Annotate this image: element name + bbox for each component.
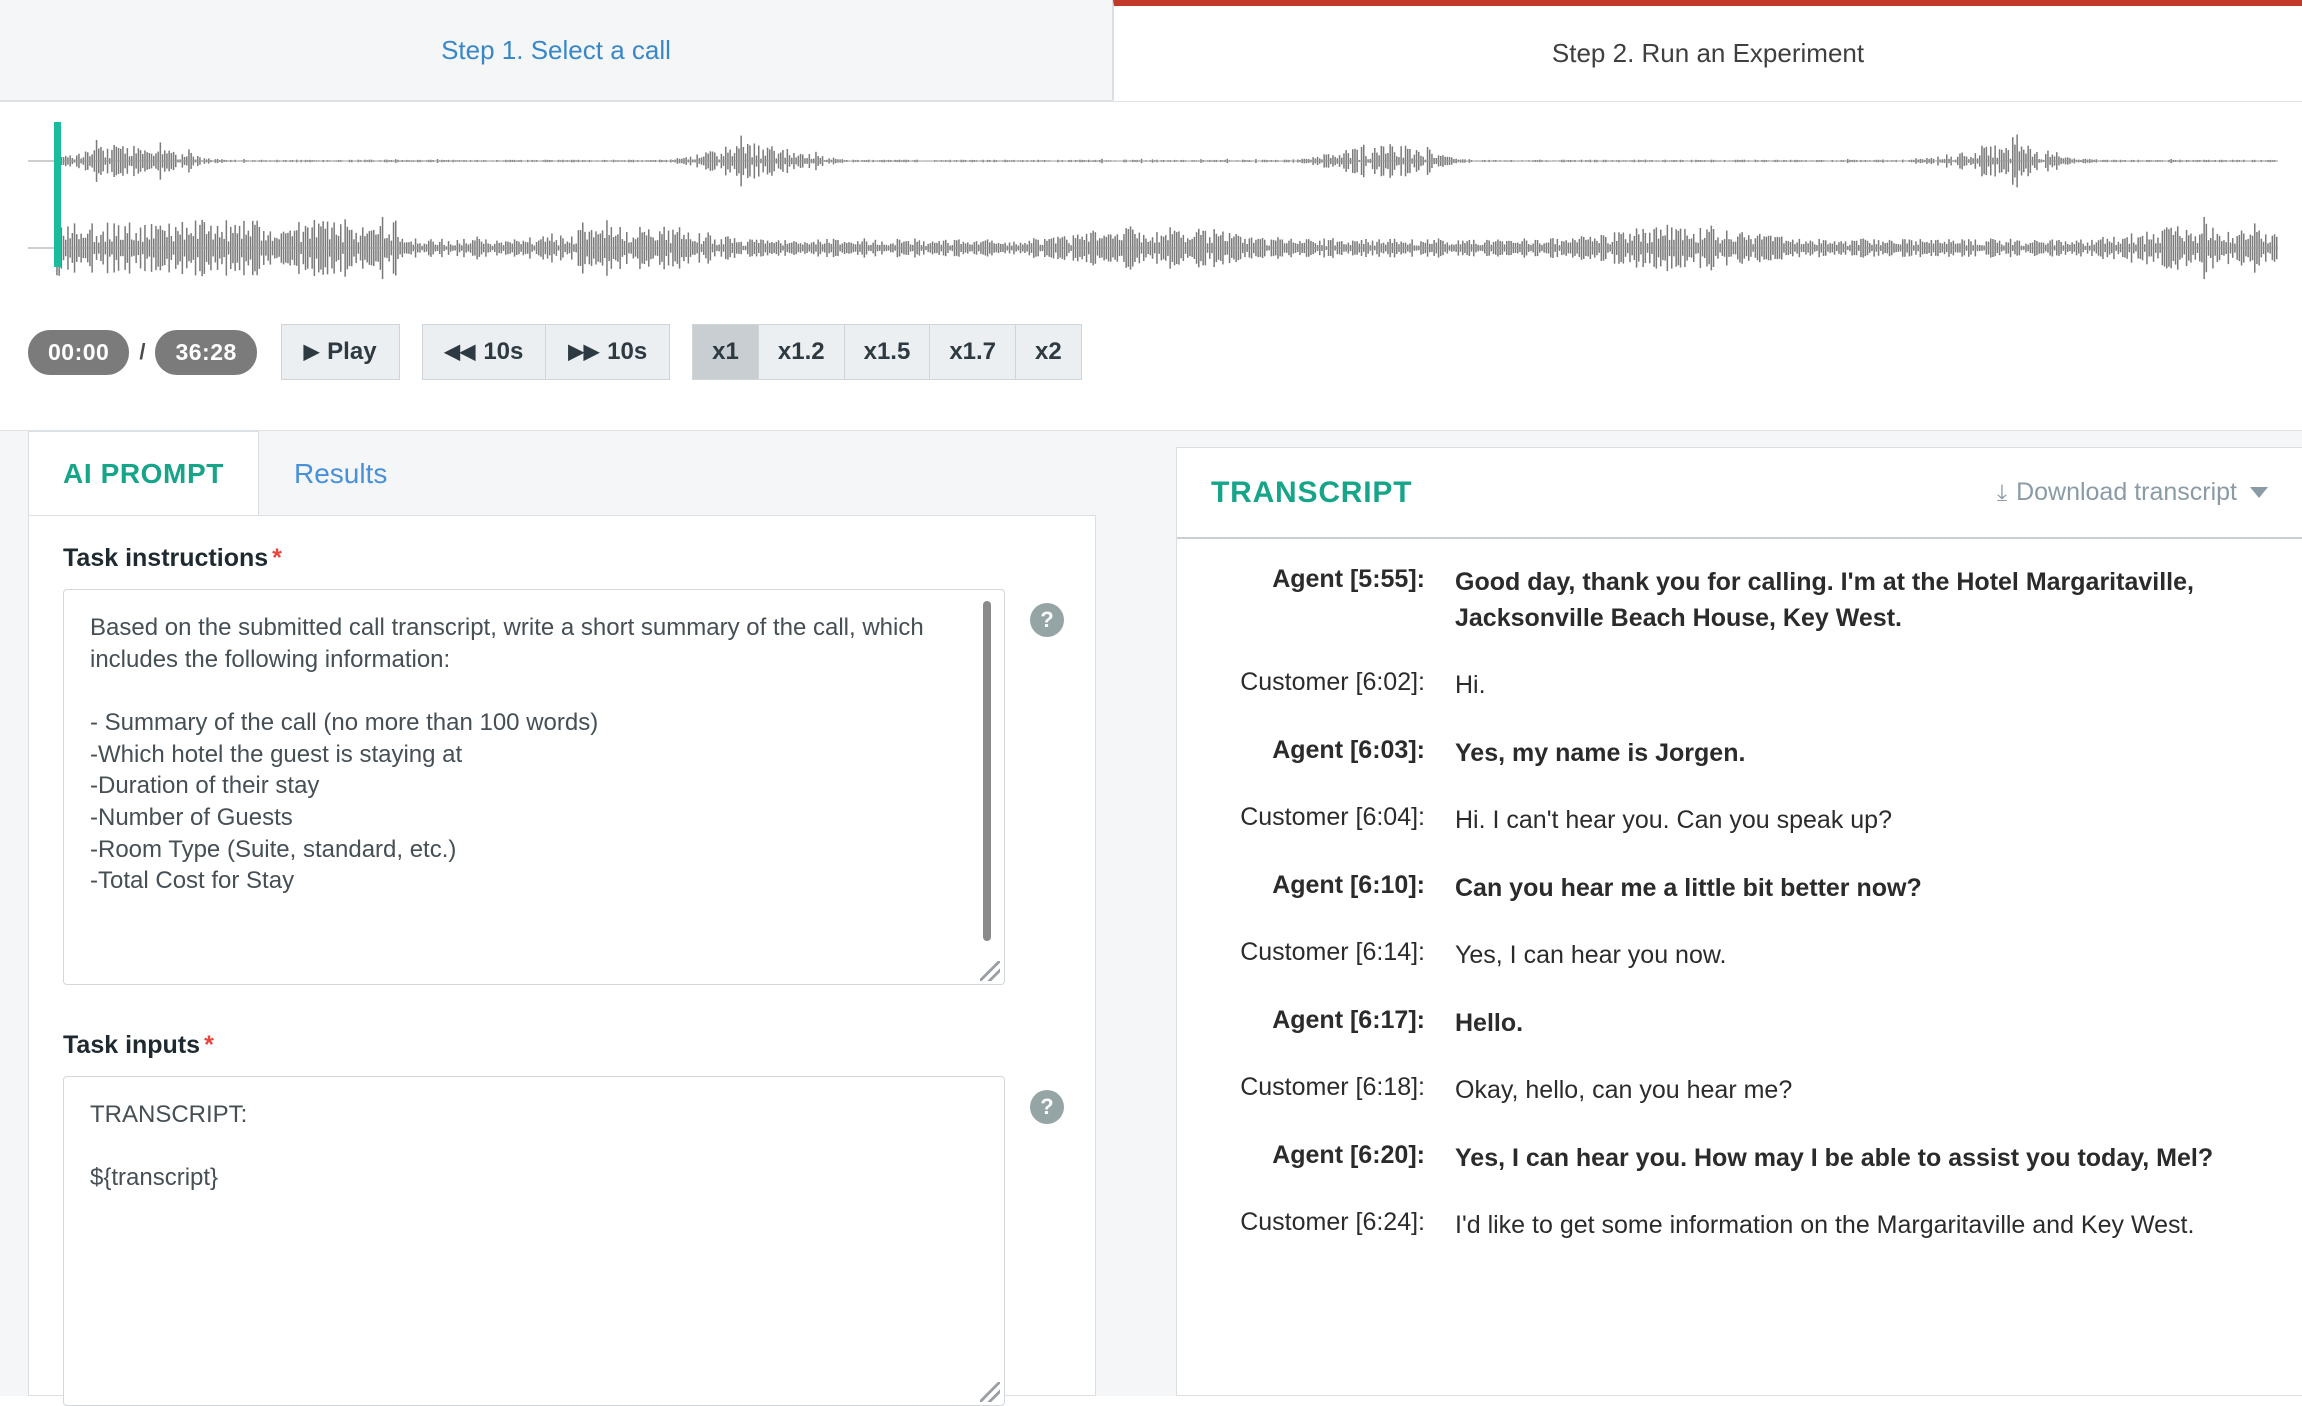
time-separator: / (139, 339, 146, 364)
required-asterisk: * (204, 1031, 214, 1059)
transcript-panel: TRANSCRIPT ⤓ Download transcript Agent [… (1176, 447, 2302, 1396)
tab-results[interactable]: Results (259, 431, 422, 516)
transcript-speaker: Agent [6:03]: (1272, 735, 1425, 764)
transcript-title: TRANSCRIPT (1211, 475, 1413, 509)
transcript-row[interactable]: Customer [6:02]: Hi. (1177, 668, 2302, 704)
rewind-10s-button[interactable]: ◀◀ 10s (421, 324, 547, 380)
transcript-speaker: Customer [6:04]: (1240, 803, 1425, 831)
task-instructions-label-text: Task instructions (63, 544, 269, 572)
transcript-text: Hello. (1455, 1008, 1524, 1037)
download-transcript-button[interactable]: ⤓ Download transcript (1997, 478, 2268, 507)
skip-button-group: ◀◀ 10s ▶▶ 10s (421, 324, 671, 380)
task-inputs-resize-handle[interactable] (980, 1382, 1000, 1402)
transcript-text: Can you hear me a little bit better now? (1455, 873, 1922, 902)
download-transcript-label: Download transcript (2016, 478, 2237, 506)
play-button-label: Play (327, 338, 377, 365)
forward-icon: ▶▶ (568, 341, 600, 363)
tab-step-1[interactable]: Step 1. Select a call (0, 0, 1113, 101)
forward-label: 10s (607, 338, 648, 365)
transcript-text: Good day, thank you for calling. I'm at … (1455, 568, 2194, 632)
chevron-down-icon (2250, 487, 2268, 498)
transcript-text: Yes, I can hear you now. (1455, 941, 1727, 969)
transcript-row[interactable]: Agent [6:10]: Can you hear me a little bi… (1177, 871, 2302, 907)
transcript-text: Okay, hello, can you hear me? (1455, 1076, 1793, 1104)
help-icon[interactable]: ? (1030, 1090, 1064, 1124)
playback-speed-group: x1 x1.2 x1.5 x1.7 x2 (692, 324, 1082, 380)
transcript-text: Yes, my name is Jorgen. (1455, 738, 1746, 767)
tab-ai-prompt-label: AI PROMPT (63, 457, 224, 489)
transcript-speaker: Agent [6:20]: (1272, 1140, 1425, 1169)
transcript-text: Hi. (1455, 671, 1486, 699)
ai-prompt-panel: AI PROMPT Results Task instructions * Bas… (0, 431, 1124, 1406)
forward-10s-button[interactable]: ▶▶ 10s (546, 324, 671, 380)
task-instructions-input[interactable]: Based on the submitted call transcript, … (63, 589, 1005, 985)
tab-step-2-label: Step 2. Run an Experiment (1551, 37, 1865, 68)
playhead-marker[interactable] (54, 122, 61, 267)
prompt-form: Task instructions * Based on the submitte… (28, 515, 1096, 1406)
speed-button-x1.2[interactable]: x1.2 (758, 324, 845, 380)
waveform[interactable] (28, 117, 2278, 292)
task-inputs-row: TRANSCRIPT: ${transcript} ? (41, 1076, 1095, 1406)
task-inputs-label-text: Task inputs (63, 1031, 201, 1059)
transcript-speaker: Agent [6:17]: (1272, 1005, 1425, 1034)
task-instructions-row: Based on the submitted call transcript, … (41, 589, 1095, 985)
tab-step-2[interactable]: Step 2. Run an Experiment (1113, 0, 2302, 101)
tab-results-label: Results (293, 457, 388, 489)
transport-controls: 00:00 / 36:28 ▶ Play ◀◀ 10s ▶▶ 10s x1 x1.… (28, 324, 1082, 380)
waveform-svg (28, 134, 2278, 280)
transcript-text: I'd like to get some information on the … (1455, 1211, 2195, 1239)
transcript-row[interactable]: Customer [6:18]: Okay, hello, can you hea… (1177, 1073, 2302, 1109)
speed-button-x1[interactable]: x1 (692, 324, 759, 380)
transcript-row[interactable]: Agent [6:20]: Yes, I can hear you. How ma… (1177, 1141, 2302, 1177)
rewind-icon: ◀◀ (444, 341, 476, 363)
transcript-speaker: Customer [6:24]: (1240, 1208, 1425, 1236)
step-tabs: Step 1. Select a call Step 2. Run an Exp… (0, 0, 2302, 101)
transcript-row[interactable]: Agent [5:55]: Good day, thank you for cal… (1177, 565, 2302, 636)
speed-button-x2[interactable]: x2 (1016, 324, 1082, 380)
help-icon[interactable]: ? (1030, 603, 1064, 637)
transcript-speaker: Customer [6:02]: (1240, 668, 1425, 696)
play-button-group: ▶ Play (280, 324, 400, 380)
task-inputs-input[interactable]: TRANSCRIPT: ${transcript} (63, 1076, 1005, 1406)
field-spacer (41, 985, 1095, 1031)
task-inputs-label: Task inputs * (63, 1031, 1095, 1060)
current-time: 00:00 (28, 329, 130, 375)
transcript-speaker: Agent [5:55]: (1272, 565, 1425, 593)
transcript-speaker: Customer [6:14]: (1240, 938, 1425, 966)
task-inputs-wrap: TRANSCRIPT: ${transcript} (41, 1076, 1005, 1406)
play-icon: ▶ (303, 341, 320, 363)
speed-button-x1.5[interactable]: x1.5 (844, 324, 931, 380)
task-instructions-wrap: Based on the submitted call transcript, … (41, 589, 1005, 985)
prompt-tabs: AI PROMPT Results (0, 431, 1124, 516)
transcript-speaker: Customer [6:18]: (1240, 1073, 1425, 1101)
task-instructions-resize-handle[interactable] (980, 961, 1000, 981)
transcript-row[interactable]: Customer [6:04]: Hi. I can't hear you. Ca… (1177, 803, 2302, 839)
rewind-label: 10s (483, 338, 524, 365)
transcript-text: Hi. I can't hear you. Can you speak up? (1455, 806, 1892, 834)
play-button[interactable]: ▶ Play (280, 324, 400, 380)
transcript-row[interactable]: Customer [6:24]: I'd like to get some inf… (1177, 1208, 2302, 1244)
audio-player-panel: 00:00 / 36:28 ▶ Play ◀◀ 10s ▶▶ 10s x1 x1.… (0, 101, 2302, 431)
speed-button-x1.7[interactable]: x1.7 (930, 324, 1017, 380)
main-content: AI PROMPT Results Task instructions * Bas… (0, 431, 2302, 1406)
task-instructions-label: Task instructions * (63, 544, 1095, 573)
total-time: 36:28 (155, 329, 257, 375)
download-icon: ⤓ (1996, 479, 2008, 505)
tab-ai-prompt[interactable]: AI PROMPT (28, 431, 259, 516)
transcript-text: Yes, I can hear you. How may I be able t… (1455, 1143, 2214, 1172)
tab-step-1-label: Step 1. Select a call (441, 34, 671, 65)
transcript-row[interactable]: Customer [6:14]: Yes, I can hear you now. (1177, 938, 2302, 974)
transcript-row[interactable]: Agent [6:17]: Hello. (1177, 1006, 2302, 1042)
transcript-speaker: Agent [6:10]: (1272, 870, 1425, 899)
required-asterisk: * (272, 544, 282, 572)
transcript-row[interactable]: Agent [6:03]: Yes, my name is Jorgen. (1177, 736, 2302, 772)
transcript-list[interactable]: Agent [5:55]: Good day, thank you for cal… (1177, 539, 2302, 1395)
task-instructions-scrollbar[interactable] (983, 601, 991, 941)
transcript-header: TRANSCRIPT ⤓ Download transcript (1177, 448, 2302, 539)
